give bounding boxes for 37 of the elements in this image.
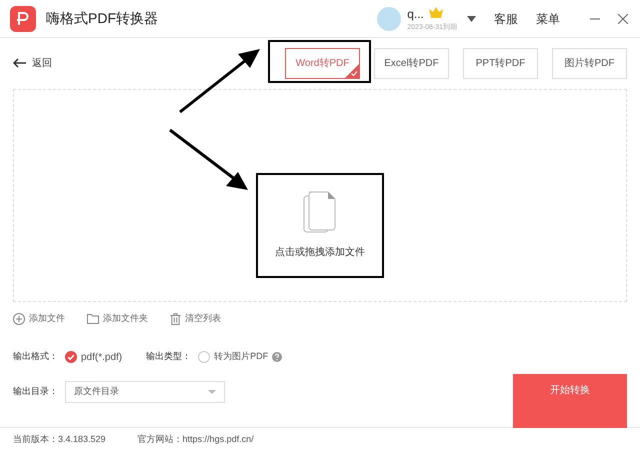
radio-unchecked[interactable]	[198, 351, 210, 363]
toolbar-button[interactable]: 添加文件夹	[87, 312, 148, 326]
radio-label: 转为图片PDF	[214, 350, 268, 364]
window-title: 嗨格式PDF转换器	[46, 9, 158, 28]
radio-label: pdf(*.pdf)	[81, 350, 122, 364]
close-icon[interactable]	[618, 14, 628, 24]
add-file-area[interactable]: 点击或拖拽添加文件	[256, 173, 384, 278]
user-name: q...	[407, 8, 424, 20]
tab[interactable]: PPT转PDF	[463, 48, 538, 78]
header-link[interactable]: 客服	[494, 10, 518, 28]
drop-area[interactable]: 点击或拖拽添加文件	[13, 89, 627, 302]
app-logo-icon	[10, 6, 36, 32]
radio-checked[interactable]	[65, 351, 77, 363]
tab[interactable]: Word转PDF	[285, 48, 360, 78]
field-label: 输出类型：	[146, 350, 192, 364]
folder-icon	[87, 313, 99, 324]
header-link[interactable]: 菜单	[536, 10, 560, 28]
back-button[interactable]: 返回	[13, 56, 52, 70]
crown-icon	[428, 6, 444, 18]
trash-icon	[170, 312, 181, 325]
website-text: 官方网站：https://hgs.pdf.cn/	[138, 433, 254, 446]
help-icon[interactable]	[272, 352, 282, 362]
version-text: 当前版本：3.4.183.529	[13, 433, 106, 446]
arrow-left-icon	[13, 58, 26, 68]
tab[interactable]: Excel转PDF	[374, 48, 449, 78]
directory-dropdown[interactable]: 原文件目录	[65, 380, 225, 402]
toolbar-button[interactable]: 添加文件	[13, 312, 65, 326]
field-label: 输出目录：	[13, 384, 59, 398]
tab[interactable]: 图片转PDF	[552, 48, 627, 78]
field-label: 输出格式：	[13, 350, 59, 364]
drop-hint: 点击或拖拽添加文件	[275, 246, 365, 260]
plus-circle-icon	[13, 312, 25, 325]
toolbar-button[interactable]: 清空列表	[170, 312, 221, 326]
caret-icon[interactable]	[467, 16, 476, 22]
caret-icon	[208, 390, 216, 394]
minimize-icon[interactable]	[590, 18, 600, 20]
documents-icon	[303, 191, 337, 233]
